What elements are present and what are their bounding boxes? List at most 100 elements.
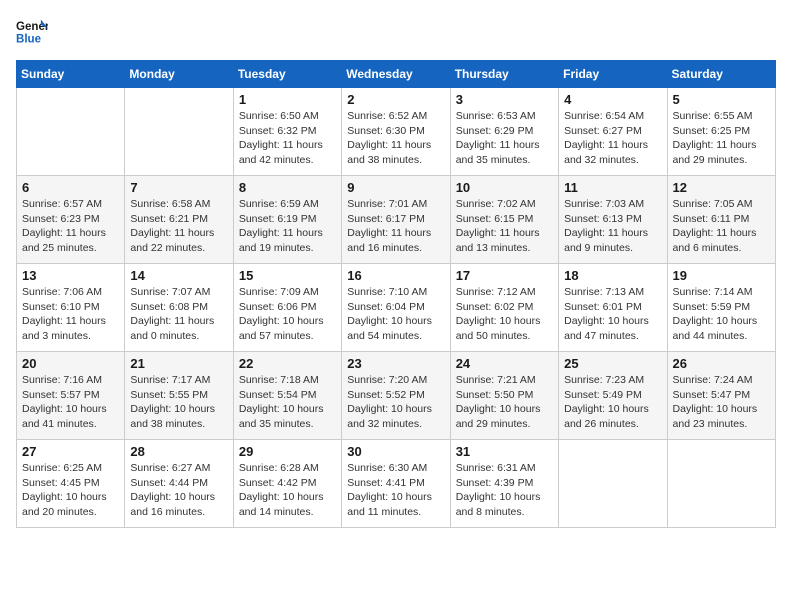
day-of-week-header: Wednesday	[342, 61, 450, 88]
day-info: Sunrise: 6:30 AM Sunset: 4:41 PM Dayligh…	[347, 461, 444, 520]
calendar-cell: 6 Sunrise: 6:57 AM Sunset: 6:23 PM Daylig…	[17, 176, 125, 264]
calendar-cell: 28Sunrise: 6:27 AM Sunset: 4:44 PM Dayli…	[125, 440, 233, 528]
calendar-cell: 26Sunrise: 7:24 AM Sunset: 5:47 PM Dayli…	[667, 352, 775, 440]
day-number: 8	[239, 180, 336, 195]
day-info: Sunrise: 7:05 AM Sunset: 6:11 PM Dayligh…	[673, 197, 770, 256]
day-number: 10	[456, 180, 553, 195]
day-number: 12	[673, 180, 770, 195]
logo-icon: General Blue	[16, 16, 48, 48]
day-info: Sunrise: 7:18 AM Sunset: 5:54 PM Dayligh…	[239, 373, 336, 432]
day-number: 7	[130, 180, 227, 195]
calendar-cell	[17, 88, 125, 176]
calendar-week-row: 27 Sunrise: 6:25 AM Sunset: 4:45 PM Dayli…	[17, 440, 776, 528]
calendar-cell: 12 Sunrise: 7:05 AM Sunset: 6:11 PM Dayli…	[667, 176, 775, 264]
day-of-week-header: Tuesday	[233, 61, 341, 88]
day-number: 31	[456, 444, 553, 459]
day-info: Sunrise: 7:07 AM Sunset: 6:08 PM Dayligh…	[130, 285, 227, 344]
day-of-week-header: Sunday	[17, 61, 125, 88]
day-of-week-header: Thursday	[450, 61, 558, 88]
day-number: 9	[347, 180, 444, 195]
calendar-cell: 20Sunrise: 7:16 AM Sunset: 5:57 PM Dayli…	[17, 352, 125, 440]
day-info: Sunrise: 6:54 AM Sunset: 6:27 PM Dayligh…	[564, 109, 661, 168]
calendar-cell: 15 Sunrise: 7:09 AM Sunset: 6:06 PM Dayli…	[233, 264, 341, 352]
day-number: 24	[456, 356, 553, 371]
calendar-cell	[125, 88, 233, 176]
calendar-cell: 24 Sunrise: 7:21 AM Sunset: 5:50 PM Dayli…	[450, 352, 558, 440]
day-info: Sunrise: 7:24 AM Sunset: 5:47 PM Dayligh…	[673, 373, 770, 432]
day-info: Sunrise: 7:13 AM Sunset: 6:01 PM Dayligh…	[564, 285, 661, 344]
day-of-week-header: Friday	[559, 61, 667, 88]
day-number: 13	[22, 268, 119, 283]
day-info: Sunrise: 6:31 AM Sunset: 4:39 PM Dayligh…	[456, 461, 553, 520]
calendar-cell: 25 Sunrise: 7:23 AM Sunset: 5:49 PM Dayli…	[559, 352, 667, 440]
day-number: 11	[564, 180, 661, 195]
calendar-cell: 1 Sunrise: 6:50 AM Sunset: 6:32 PM Daylig…	[233, 88, 341, 176]
day-info: Sunrise: 6:50 AM Sunset: 6:32 PM Dayligh…	[239, 109, 336, 168]
calendar-week-row: 6 Sunrise: 6:57 AM Sunset: 6:23 PM Daylig…	[17, 176, 776, 264]
calendar-cell: 16 Sunrise: 7:10 AM Sunset: 6:04 PM Dayli…	[342, 264, 450, 352]
calendar-week-row: 20Sunrise: 7:16 AM Sunset: 5:57 PM Dayli…	[17, 352, 776, 440]
calendar-cell: 11Sunrise: 7:03 AM Sunset: 6:13 PM Dayli…	[559, 176, 667, 264]
day-number: 4	[564, 92, 661, 107]
calendar-cell: 7 Sunrise: 6:58 AM Sunset: 6:21 PM Daylig…	[125, 176, 233, 264]
day-number: 3	[456, 92, 553, 107]
day-number: 5	[673, 92, 770, 107]
calendar-cell: 21 Sunrise: 7:17 AM Sunset: 5:55 PM Dayli…	[125, 352, 233, 440]
day-number: 22	[239, 356, 336, 371]
day-info: Sunrise: 7:21 AM Sunset: 5:50 PM Dayligh…	[456, 373, 553, 432]
day-info: Sunrise: 6:59 AM Sunset: 6:19 PM Dayligh…	[239, 197, 336, 256]
calendar-cell: 14Sunrise: 7:07 AM Sunset: 6:08 PM Dayli…	[125, 264, 233, 352]
calendar-cell: 18 Sunrise: 7:13 AM Sunset: 6:01 PM Dayli…	[559, 264, 667, 352]
day-number: 27	[22, 444, 119, 459]
day-number: 29	[239, 444, 336, 459]
calendar-cell	[667, 440, 775, 528]
calendar-cell: 27 Sunrise: 6:25 AM Sunset: 4:45 PM Dayli…	[17, 440, 125, 528]
calendar-cell: 30Sunrise: 6:30 AM Sunset: 4:41 PM Dayli…	[342, 440, 450, 528]
calendar-cell: 2 Sunrise: 6:52 AM Sunset: 6:30 PM Daylig…	[342, 88, 450, 176]
calendar-cell: 10 Sunrise: 7:02 AM Sunset: 6:15 PM Dayli…	[450, 176, 558, 264]
calendar-cell: 13 Sunrise: 7:06 AM Sunset: 6:10 PM Dayli…	[17, 264, 125, 352]
day-info: Sunrise: 7:12 AM Sunset: 6:02 PM Dayligh…	[456, 285, 553, 344]
calendar-cell	[559, 440, 667, 528]
day-number: 16	[347, 268, 444, 283]
day-info: Sunrise: 7:14 AM Sunset: 5:59 PM Dayligh…	[673, 285, 770, 344]
svg-text:Blue: Blue	[16, 34, 42, 46]
day-of-week-header: Monday	[125, 61, 233, 88]
calendar-cell: 22 Sunrise: 7:18 AM Sunset: 5:54 PM Dayli…	[233, 352, 341, 440]
day-info: Sunrise: 7:20 AM Sunset: 5:52 PM Dayligh…	[347, 373, 444, 432]
calendar-cell: 19 Sunrise: 7:14 AM Sunset: 5:59 PM Dayli…	[667, 264, 775, 352]
day-number: 19	[673, 268, 770, 283]
day-info: Sunrise: 7:02 AM Sunset: 6:15 PM Dayligh…	[456, 197, 553, 256]
day-info: Sunrise: 7:10 AM Sunset: 6:04 PM Dayligh…	[347, 285, 444, 344]
day-info: Sunrise: 7:06 AM Sunset: 6:10 PM Dayligh…	[22, 285, 119, 344]
day-info: Sunrise: 6:57 AM Sunset: 6:23 PM Dayligh…	[22, 197, 119, 256]
page-header: General Blue	[16, 16, 776, 48]
day-number: 21	[130, 356, 227, 371]
day-number: 2	[347, 92, 444, 107]
day-info: Sunrise: 6:58 AM Sunset: 6:21 PM Dayligh…	[130, 197, 227, 256]
day-number: 6	[22, 180, 119, 195]
day-info: Sunrise: 6:28 AM Sunset: 4:42 PM Dayligh…	[239, 461, 336, 520]
day-number: 28	[130, 444, 227, 459]
calendar-table: SundayMondayTuesdayWednesdayThursdayFrid…	[16, 60, 776, 528]
day-number: 18	[564, 268, 661, 283]
calendar-week-row: 1 Sunrise: 6:50 AM Sunset: 6:32 PM Daylig…	[17, 88, 776, 176]
day-number: 1	[239, 92, 336, 107]
calendar-cell: 17Sunrise: 7:12 AM Sunset: 6:02 PM Dayli…	[450, 264, 558, 352]
day-info: Sunrise: 7:01 AM Sunset: 6:17 PM Dayligh…	[347, 197, 444, 256]
day-number: 15	[239, 268, 336, 283]
day-info: Sunrise: 6:52 AM Sunset: 6:30 PM Dayligh…	[347, 109, 444, 168]
calendar-header-row: SundayMondayTuesdayWednesdayThursdayFrid…	[17, 61, 776, 88]
day-of-week-header: Saturday	[667, 61, 775, 88]
day-number: 23	[347, 356, 444, 371]
day-info: Sunrise: 6:25 AM Sunset: 4:45 PM Dayligh…	[22, 461, 119, 520]
day-number: 25	[564, 356, 661, 371]
day-number: 20	[22, 356, 119, 371]
day-info: Sunrise: 7:09 AM Sunset: 6:06 PM Dayligh…	[239, 285, 336, 344]
day-info: Sunrise: 7:23 AM Sunset: 5:49 PM Dayligh…	[564, 373, 661, 432]
calendar-cell: 23 Sunrise: 7:20 AM Sunset: 5:52 PM Dayli…	[342, 352, 450, 440]
calendar-cell: 9 Sunrise: 7:01 AM Sunset: 6:17 PM Daylig…	[342, 176, 450, 264]
day-info: Sunrise: 7:17 AM Sunset: 5:55 PM Dayligh…	[130, 373, 227, 432]
calendar-cell: 29 Sunrise: 6:28 AM Sunset: 4:42 PM Dayli…	[233, 440, 341, 528]
day-info: Sunrise: 6:55 AM Sunset: 6:25 PM Dayligh…	[673, 109, 770, 168]
